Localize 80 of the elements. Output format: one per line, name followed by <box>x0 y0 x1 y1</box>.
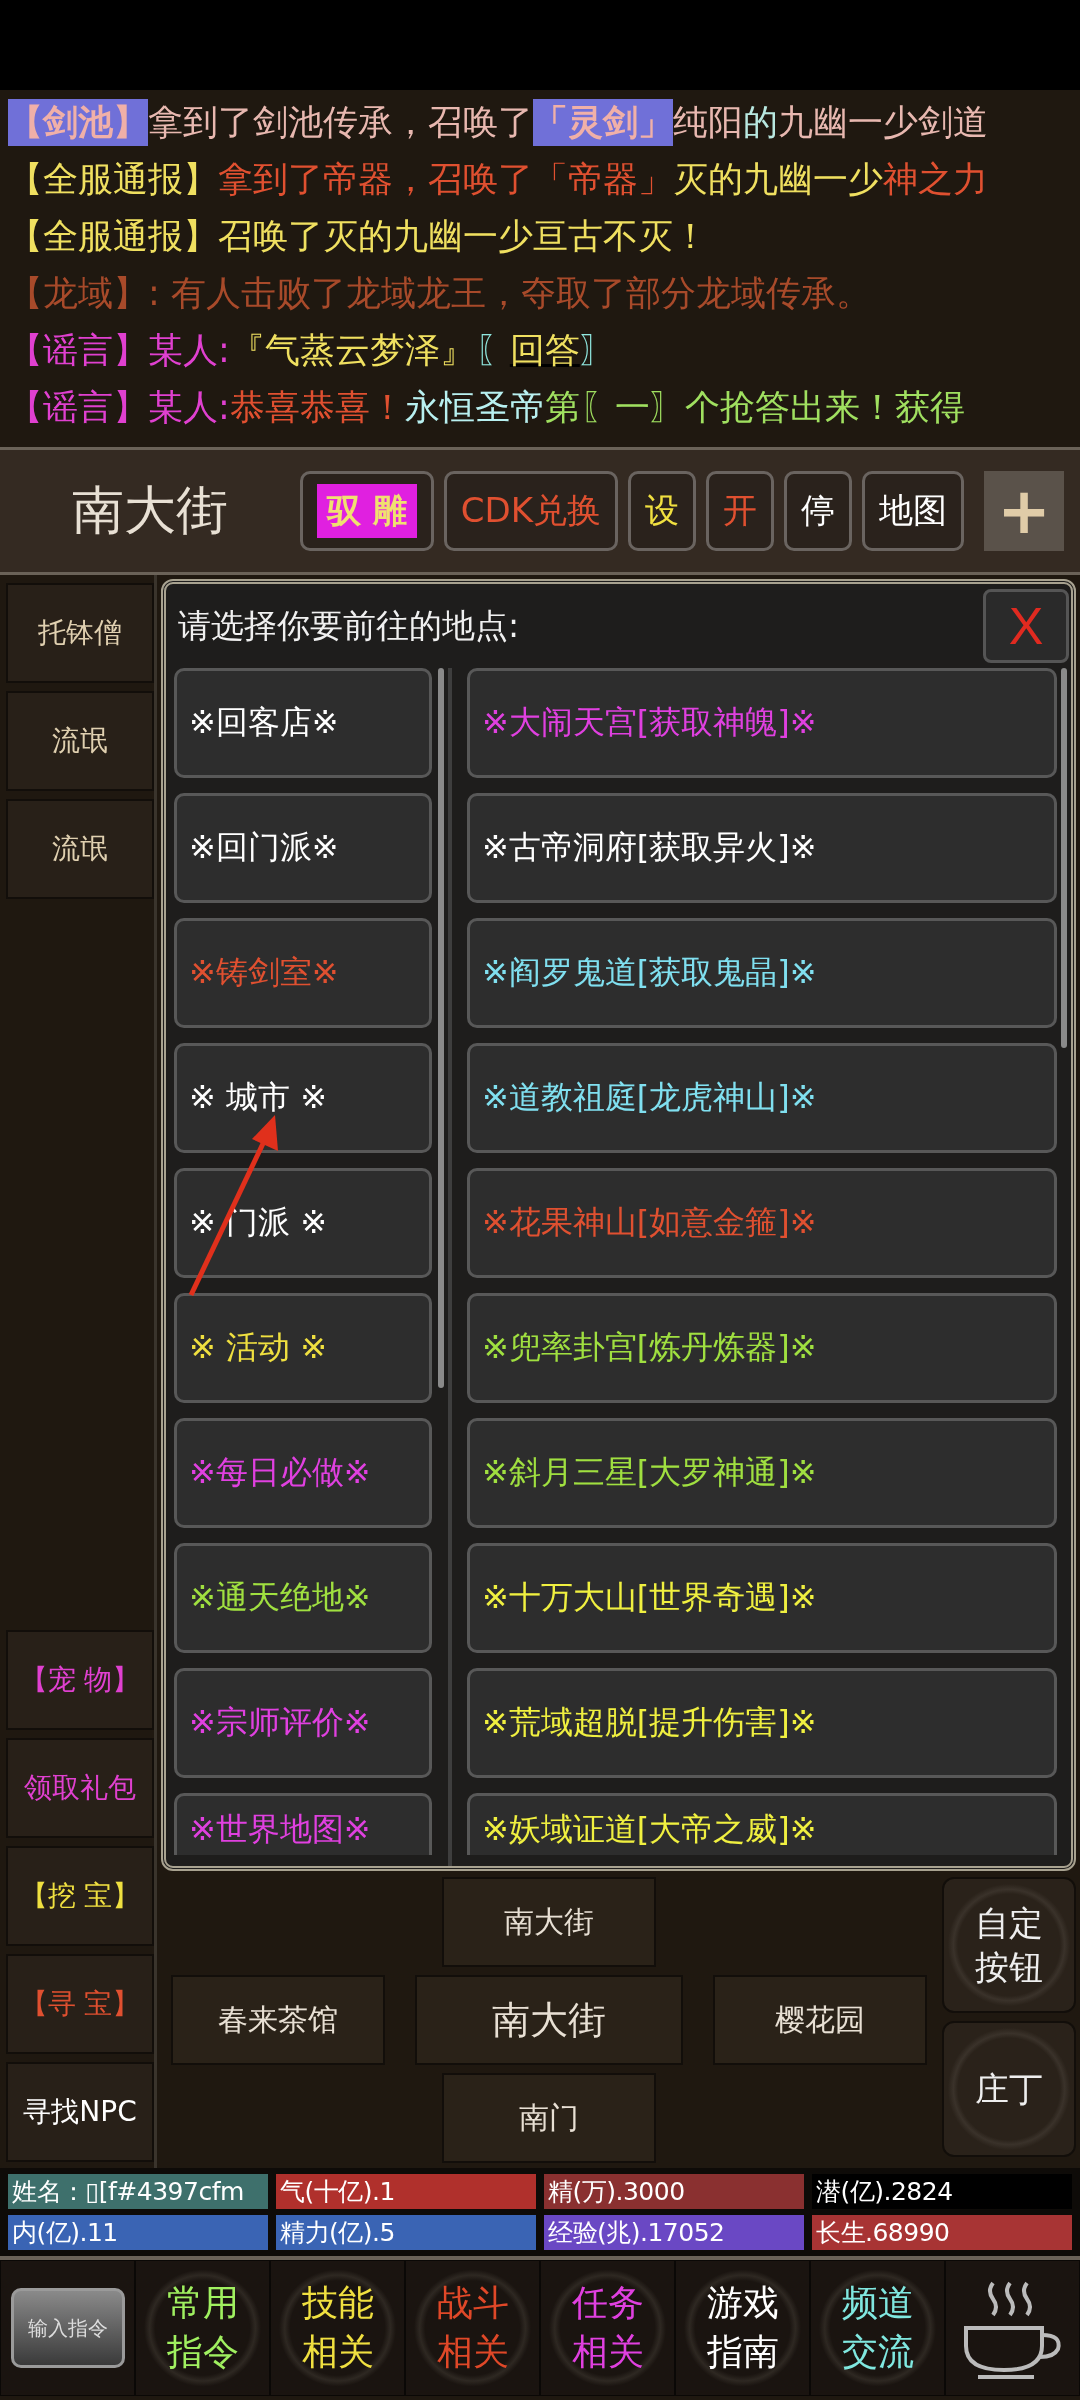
stat-bar: 姓名：▯[f#4397cfm <box>8 2174 268 2209</box>
message-text: 「灵剑」 <box>533 99 673 146</box>
location-item[interactable]: ※荒域超脱[提升伤害]※ <box>467 1668 1057 1778</box>
exit-button[interactable]: 南门 <box>441 2073 656 2163</box>
location-item[interactable]: ※妖域证道[大帝之威]※ <box>467 1793 1057 1855</box>
message-text: 纯阳 <box>673 101 743 144</box>
location-item[interactable]: ※每日必做※ <box>174 1418 432 1528</box>
message-text: 灭的九幽一少 <box>673 158 883 201</box>
action-button[interactable]: 领取礼包 <box>6 1738 154 1838</box>
dialog-title: 请选择你要前往的地点: <box>178 604 520 647</box>
message-text: 永恒圣帝 <box>404 386 545 429</box>
stat-bar: 精(万).3000 <box>544 2174 804 2209</box>
location-item[interactable]: ※古帝洞府[获取异火]※ <box>467 793 1057 903</box>
location-item[interactable]: ※通天绝地※ <box>174 1543 432 1653</box>
current-location[interactable]: 南大街 <box>414 1975 683 2065</box>
menu-button[interactable]: 常用 指令 <box>135 2260 270 2396</box>
location-item[interactable]: ※十万大山[世界奇遇]※ <box>467 1543 1057 1653</box>
npc-button[interactable]: 流氓 <box>6 799 154 899</box>
toolbar-button[interactable]: 停 <box>784 471 853 551</box>
location-item[interactable]: ※大闹天宫[获取神魄]※ <box>467 668 1057 778</box>
location-item[interactable]: ※斜月三星[大罗神通]※ <box>467 1418 1057 1528</box>
npc-button[interactable]: 托钵僧 <box>6 583 154 683</box>
location-item[interactable]: ※兜率卦宫[炼丹炼器]※ <box>467 1293 1057 1403</box>
toolbar-button[interactable]: 开 <box>706 471 775 551</box>
menu-button[interactable]: 技能 相关 <box>270 2260 405 2396</box>
location-title: 南大街 <box>71 479 229 542</box>
stat-bar: 精力(亿).5 <box>276 2215 536 2250</box>
location-item[interactable]: ※阎罗鬼道[获取鬼晶]※ <box>467 918 1057 1028</box>
action-button[interactable]: 寻找NPC <box>6 2062 154 2162</box>
stat-bar: 内(亿).11 <box>8 2215 268 2250</box>
action-button[interactable]: 【宠 物】 <box>6 1630 154 1730</box>
toolbar-button[interactable]: CDK兑换 <box>443 471 619 551</box>
location-item[interactable]: ※ 城市 ※ <box>174 1043 432 1153</box>
message-text: 『气蒸云梦泽』 <box>229 329 475 372</box>
side-button[interactable]: 庄丁 <box>942 2021 1076 2157</box>
message-text: 拿到了剑池传承，召唤了 <box>148 101 533 144</box>
location-item[interactable]: ※花果神山[如意金箍]※ <box>467 1168 1057 1278</box>
message-text: 【谣言】某人: <box>8 329 230 372</box>
menu-button[interactable]: 游戏 指南 <box>675 2260 810 2396</box>
location-item[interactable]: ※铸剑室※ <box>174 918 432 1028</box>
stat-bar: 气(十亿).1 <box>276 2174 536 2209</box>
menu-button[interactable]: 任务 相关 <box>540 2260 675 2396</box>
message-text: 【谣言】某人: <box>8 386 230 429</box>
exit-button[interactable]: 樱花园 <box>712 1975 927 2065</box>
location-item[interactable]: ※回客店※ <box>174 668 432 778</box>
message-text: 的 <box>743 101 778 144</box>
message-text: 拿到了帝器，召唤了「帝器」 <box>218 158 673 201</box>
action-button[interactable]: 【寻 宝】 <box>6 1954 154 2054</box>
action-button[interactable]: 【挖 宝】 <box>6 1846 154 1946</box>
input-command-button[interactable]: 输入指令 <box>10 2288 125 2368</box>
message-text: 【全服通报】召唤了灭的九幽一少亘古不灭！ <box>8 215 708 258</box>
message-text: 第〖一〗个抢答出来！获得 <box>544 386 965 429</box>
message-text: 九幽一少剑道 <box>778 101 988 144</box>
location-item[interactable]: ※回门派※ <box>174 793 432 903</box>
message-text: 【龙域】: 有人击败了龙域龙王，夺取了部分龙域传承。 <box>8 272 871 315</box>
scrollbar-thumb[interactable] <box>1061 668 1067 1048</box>
scrollbar-thumb[interactable] <box>438 668 444 1388</box>
answer-link[interactable]: 回答 <box>509 327 580 374</box>
location-item[interactable]: ※ 活动 ※ <box>174 1293 432 1403</box>
message-text: 【全服通报】 <box>8 158 218 201</box>
toolbar-button[interactable]: 地图 <box>862 471 965 551</box>
stat-bar: 潜(亿).2824 <box>812 2174 1072 2209</box>
exit-button[interactable]: 南大街 <box>441 1877 656 1967</box>
message-text: 【剑池】 <box>8 99 148 146</box>
toolbar-button[interactable]: 设 <box>628 471 697 551</box>
location-item[interactable]: ※世界地图※ <box>174 1793 432 1855</box>
stat-bar: 经验(兆).17052 <box>544 2215 804 2250</box>
location-item[interactable]: ※道教祖庭[龙虎神山]※ <box>467 1043 1057 1153</box>
menu-button[interactable]: 频道 交流 <box>810 2260 945 2396</box>
message-text: 〗 <box>579 329 615 372</box>
add-button[interactable]: + <box>984 471 1065 551</box>
message-text: 〖 <box>474 329 510 372</box>
npc-button[interactable]: 流氓 <box>6 691 154 791</box>
side-button[interactable]: 自定按钮 <box>942 1877 1076 2013</box>
stat-bar: 长生.68990 <box>812 2215 1072 2250</box>
message-text: 神之力 <box>883 158 988 201</box>
message-text: 恭喜恭喜！ <box>229 386 405 429</box>
menu-button[interactable]: 战斗 相关 <box>405 2260 540 2396</box>
exit-button[interactable]: 春来茶馆 <box>170 1975 385 2065</box>
location-item[interactable]: ※宗师评价※ <box>174 1668 432 1778</box>
